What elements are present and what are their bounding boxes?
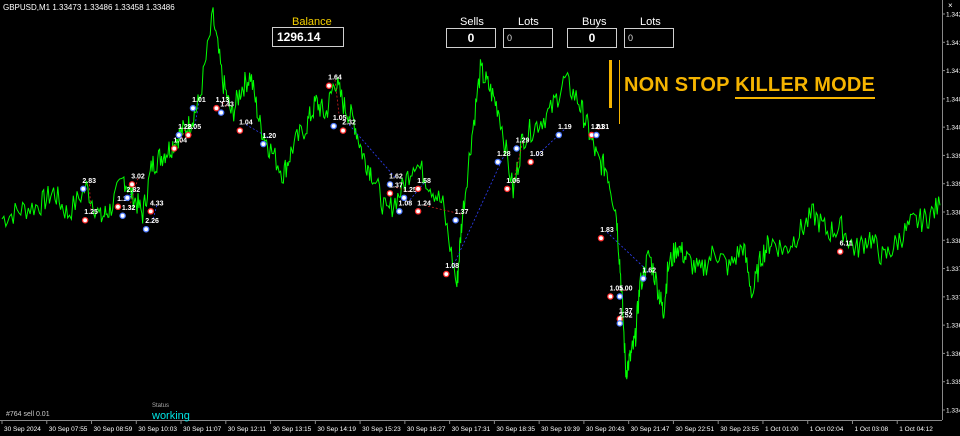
trade-marker [555, 131, 563, 139]
trade-marker [185, 131, 192, 139]
trade-marker [597, 234, 605, 242]
trade-marker [213, 104, 220, 112]
banner-text: NON STOP [624, 74, 736, 96]
trade-marker [175, 131, 183, 139]
trade-label: 1.37 [389, 182, 403, 189]
balance-value: 1296.14 [272, 27, 344, 47]
trade-marker [260, 140, 267, 148]
trade-label: 1.08 [445, 263, 459, 270]
trade-marker [236, 127, 244, 134]
trade-marker [414, 208, 422, 215]
trade-marker [330, 122, 337, 130]
buys-count: 0 [567, 28, 617, 48]
trade-marker [142, 225, 150, 233]
trade-marker [386, 190, 394, 197]
buys-lots-field[interactable]: 0 [624, 28, 674, 48]
trade-label: 1.43 [220, 102, 234, 109]
trade-marker [452, 216, 459, 224]
trade-label: 1.08 [399, 200, 413, 207]
trade-label: 4.33 [150, 200, 164, 207]
trade-marker [79, 185, 87, 193]
sells-lots-label: Lots [518, 16, 539, 28]
trade-label: 1.03 [530, 151, 544, 158]
trade-marker [189, 104, 197, 112]
banner-line [619, 60, 620, 124]
trade-marker [616, 293, 624, 300]
trade-marker [494, 158, 502, 166]
trade-label: 1.32 [122, 205, 136, 212]
trade-marker [639, 275, 647, 282]
price-chart[interactable]: 1.252.831.172.823.021.324.332.261.041.28… [0, 0, 960, 435]
trade-label: 1.62 [389, 173, 403, 180]
trade-label: 1.83 [600, 227, 614, 234]
sells-lots-field[interactable]: 0 [503, 28, 553, 48]
trade-label: 1.06 [506, 178, 520, 185]
trade-label: 1.37 [455, 209, 469, 216]
symbol-info: GBPUSD,M1 1.33473 1.33486 1.33458 1.3348… [3, 3, 175, 12]
order-note: #764 sell 0.01 [6, 411, 50, 418]
price-line [1, 7, 941, 380]
trade-label: 1.64 [328, 75, 342, 82]
trade-marker [339, 127, 347, 134]
sells-count: 0 [446, 28, 496, 48]
trade-label: 1.25 [403, 187, 417, 194]
trade-marker [81, 216, 89, 224]
trade-marker [616, 320, 624, 327]
sells-label: Sells [460, 16, 484, 28]
trade-marker [128, 181, 136, 188]
trade-label: 1.25 [84, 209, 98, 216]
buys-lots-label: Lots [640, 16, 661, 28]
trade-marker [119, 212, 126, 220]
trade-label: 2.82 [127, 187, 141, 194]
trade-label: 1.58 [417, 178, 431, 185]
trade-label: 2.32 [342, 120, 356, 127]
trade-label: 1.29 [516, 138, 530, 145]
trade-marker [442, 270, 450, 278]
buys-label: Buys [582, 16, 607, 28]
mode-banner: NON STOP KILLER MODE [624, 74, 876, 99]
trade-marker [503, 185, 511, 193]
trade-label: 2.31 [596, 124, 610, 131]
trade-label: 2.83 [82, 178, 96, 185]
trade-label: 2.05 [187, 124, 201, 131]
trade-marker [396, 208, 403, 215]
trade-label: 1.19 [558, 124, 572, 131]
banner-highlight: KILLER MODE [735, 74, 876, 99]
status-value: working [152, 410, 190, 422]
trade-marker [593, 131, 600, 139]
price-axis [942, 0, 960, 420]
trade-label: 1.00 [619, 285, 633, 292]
trade-label: 1.04 [239, 120, 253, 127]
trade-label: 1.01 [192, 97, 206, 104]
trade-label: 1.62 [642, 268, 656, 275]
trade-label: 3.02 [131, 173, 145, 180]
trade-marker [217, 109, 225, 116]
trade-marker [513, 145, 520, 152]
trade-label: 1.24 [417, 200, 431, 207]
trade-marker [836, 248, 844, 255]
status-label: Status [152, 403, 170, 409]
trade-marker [607, 293, 614, 300]
trade-marker [170, 145, 178, 152]
trade-connector [606, 231, 650, 273]
trade-label: 6.11 [840, 241, 853, 248]
trade-marker [124, 194, 131, 202]
trade-marker [414, 185, 422, 193]
trade-marker [325, 82, 333, 89]
trade-label: 1.04 [173, 138, 187, 145]
trade-marker [114, 203, 122, 211]
trade-marker [147, 208, 155, 215]
trade-label: 2.26 [145, 218, 159, 225]
banner-bar [609, 60, 612, 108]
close-icon[interactable]: × [948, 1, 953, 10]
trade-label: 1.20 [263, 133, 277, 140]
time-axis [0, 420, 942, 436]
trade-label: 2.52 [619, 312, 633, 319]
trade-marker [527, 158, 534, 166]
trade-label: 1.28 [497, 151, 511, 158]
